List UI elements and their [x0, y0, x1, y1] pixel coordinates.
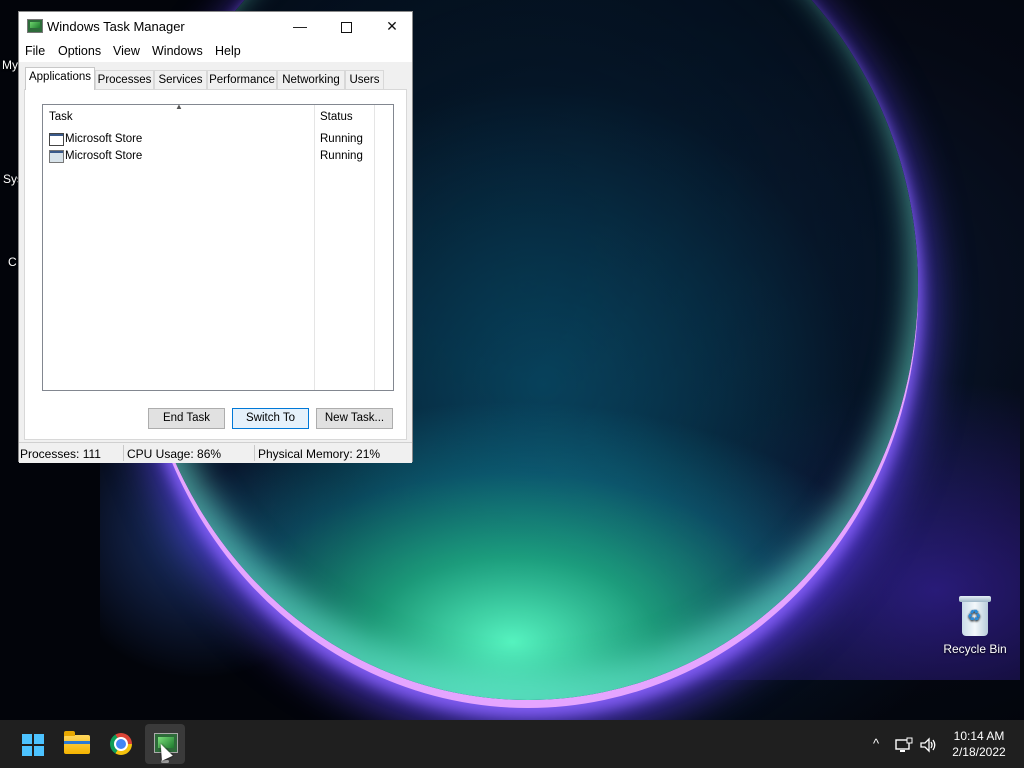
menu-windows[interactable]: Windows — [152, 44, 203, 58]
task-manager-window: Windows Task Manager — ✕ File Options Vi… — [18, 11, 413, 463]
close-button[interactable]: ✕ — [369, 12, 415, 40]
clock-time: 10:14 AM — [953, 729, 1005, 743]
tab-applications[interactable]: Applications — [25, 67, 95, 90]
menu-bar: File Options View Windows Help — [19, 40, 412, 62]
folder-icon — [64, 731, 90, 754]
desktop-icon-label-cut[interactable]: C — [8, 255, 17, 269]
applications-panel: ▲ Task Status Microsoft Store Running Mi… — [24, 89, 407, 440]
show-hidden-icons-chevron[interactable]: ^ — [864, 720, 888, 768]
task-row[interactable]: Microsoft Store Running — [43, 149, 393, 166]
menu-file[interactable]: File — [25, 44, 45, 58]
tab-users[interactable]: Users — [345, 70, 384, 89]
window-title: Windows Task Manager — [47, 19, 185, 34]
task-name: Microsoft Store — [65, 150, 143, 162]
tab-strip: Applications Processes Services Performa… — [25, 67, 405, 90]
menu-help[interactable]: Help — [215, 44, 241, 58]
column-header-status[interactable]: Status — [320, 111, 353, 123]
task-manager-icon — [27, 19, 43, 33]
chrome-button[interactable] — [101, 724, 141, 764]
window-app-icon — [49, 150, 64, 163]
recycle-bin-icon: ♻ — [959, 596, 991, 636]
tab-networking[interactable]: Networking — [277, 70, 345, 89]
task-status: Running — [320, 150, 363, 162]
volume-icon[interactable] — [918, 720, 940, 768]
start-button[interactable] — [12, 724, 52, 764]
minimize-button[interactable]: — — [277, 12, 323, 40]
cpu-usage: CPU Usage: 86% — [127, 447, 222, 461]
task-name: Microsoft Store — [65, 133, 143, 145]
desktop-icon-label-cut[interactable]: My — [2, 58, 18, 72]
tab-performance[interactable]: Performance — [207, 70, 277, 89]
task-row[interactable]: Microsoft Store Running — [43, 132, 393, 149]
task-list-header: ▲ Task Status — [43, 102, 393, 129]
tab-services[interactable]: Services — [154, 70, 207, 89]
tab-processes[interactable]: Processes — [95, 70, 154, 89]
status-separator — [123, 445, 124, 461]
new-task-button[interactable]: New Task... — [316, 408, 393, 429]
recycle-bin-label: Recycle Bin — [943, 642, 1007, 656]
menu-view[interactable]: View — [113, 44, 140, 58]
windows-logo-icon — [22, 734, 44, 756]
system-clock[interactable]: 10:14 AM 2/18/2022 — [944, 728, 1014, 760]
file-explorer-button[interactable] — [57, 724, 97, 764]
sort-ascending-icon: ▲ — [175, 102, 183, 111]
task-list[interactable]: ▲ Task Status Microsoft Store Running Mi… — [42, 102, 394, 391]
status-bar: Processes: 111 CPU Usage: 86% Physical M… — [19, 442, 412, 463]
maximize-icon — [340, 21, 352, 33]
column-header-task[interactable]: Task — [49, 111, 73, 123]
title-bar[interactable]: Windows Task Manager — ✕ — [19, 12, 412, 40]
status-separator — [254, 445, 255, 461]
processes-count: Processes: 111 — [20, 447, 101, 461]
switch-to-button[interactable]: Switch To — [232, 408, 309, 429]
menu-options[interactable]: Options — [58, 44, 101, 58]
end-task-button[interactable]: End Task — [148, 408, 225, 429]
recycle-bin-shortcut[interactable]: ♻ Recycle Bin — [940, 596, 1010, 656]
window-app-icon — [49, 133, 64, 146]
network-icon[interactable] — [892, 720, 916, 768]
maximize-button[interactable] — [323, 12, 369, 40]
physical-memory: Physical Memory: 21% — [258, 447, 381, 461]
clock-date: 2/18/2022 — [952, 745, 1006, 759]
task-status: Running — [320, 133, 363, 145]
taskbar: ^ 10:14 AM 2/18/2022 — [0, 720, 1024, 768]
chrome-icon — [110, 733, 132, 755]
